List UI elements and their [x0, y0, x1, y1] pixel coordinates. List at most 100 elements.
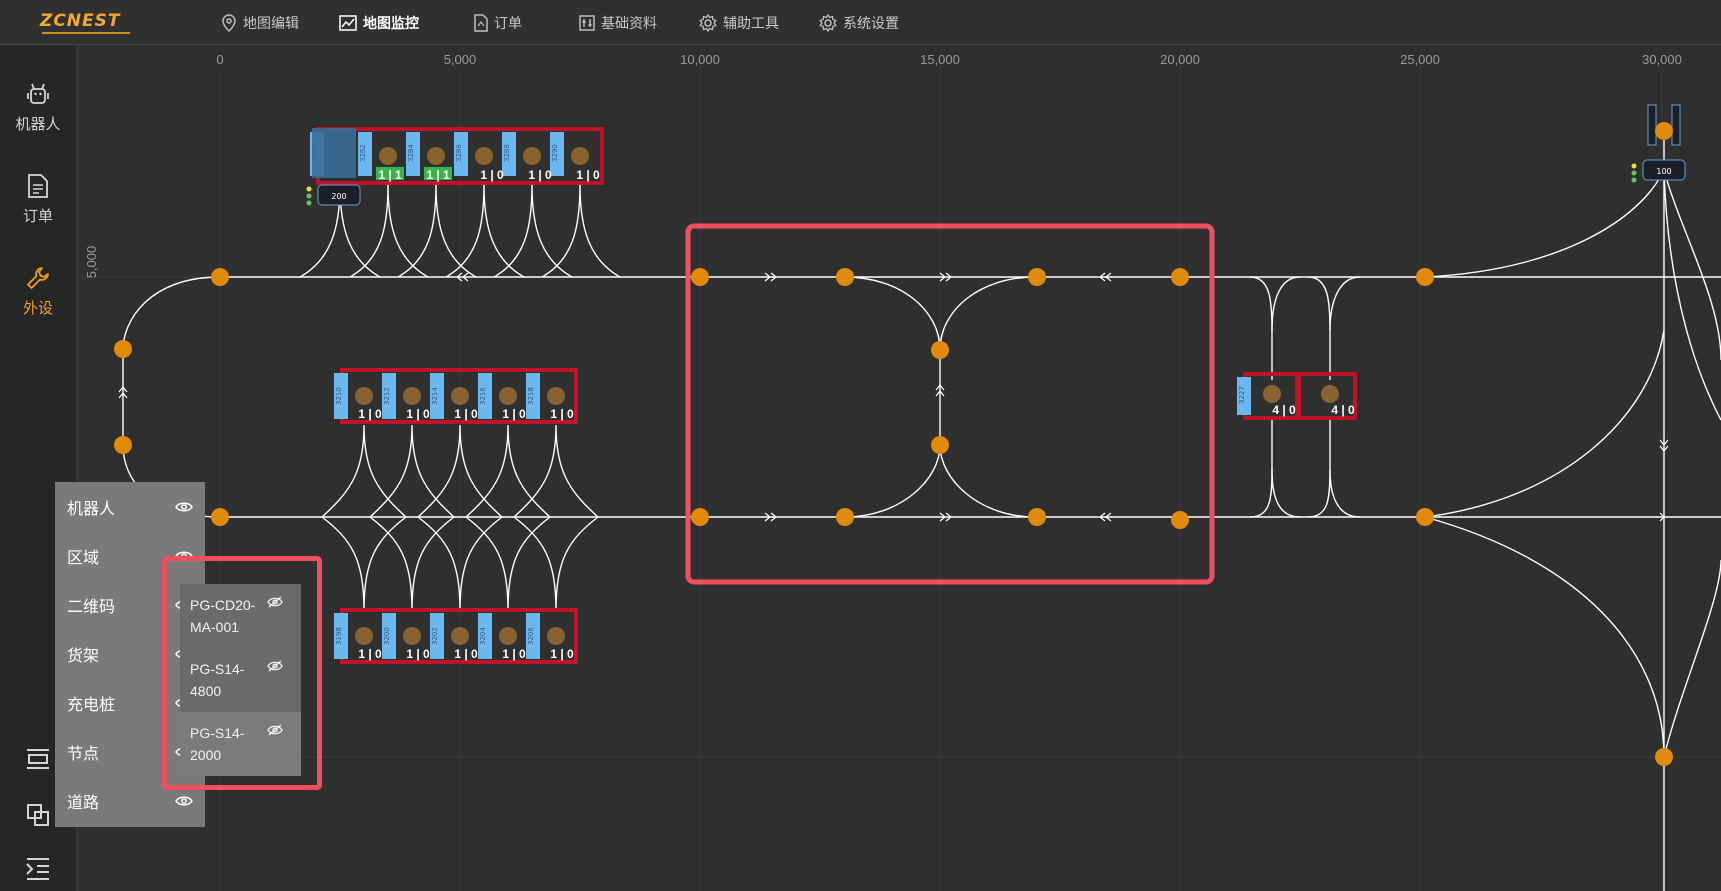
shelf-position-marker: [379, 147, 397, 165]
x-tick-label: 30,000: [1642, 52, 1682, 67]
map-node[interactable]: [211, 268, 229, 286]
top-nav-bar: ZCNEST 地图编辑 地图监控 订单 基础资料 辅助工具 系统设置: [0, 0, 1721, 45]
shelf-count: 1 | 0: [406, 647, 430, 661]
map-node[interactable]: [1028, 268, 1046, 286]
shelf-id-label: 3214: [431, 387, 439, 405]
layer-row-robots[interactable]: 机器人: [55, 482, 205, 531]
status-light: [1631, 177, 1637, 183]
shelf-count: 1 | 0: [576, 168, 600, 182]
robot-fork: [1647, 104, 1657, 146]
gear-icon: [699, 14, 717, 32]
shelf-count: 4 | 0: [1331, 403, 1355, 417]
shelf-count: 1 | 0: [528, 168, 552, 182]
map-canvas[interactable]: 0 5,000 10,000 15,000 20,000 25,000 30,0…: [77, 45, 1721, 891]
map-node[interactable]: [1028, 508, 1046, 526]
shelf-id-label: 3286: [455, 144, 463, 162]
shelf-count: 1 | 0: [406, 407, 430, 421]
x-tick-label: 10,000: [680, 52, 720, 67]
map-node[interactable]: [1171, 268, 1189, 286]
map-node[interactable]: [114, 436, 132, 454]
shelf-count: 1 | 0: [358, 407, 382, 421]
x-tick-label: 15,000: [920, 52, 960, 67]
shelf-count: 1 | 0: [358, 647, 382, 661]
shelf-count: 1 | 0: [550, 647, 574, 661]
status-light: [306, 186, 312, 192]
shelf-count: 1 | 0: [550, 407, 574, 421]
map-node[interactable]: [211, 508, 229, 526]
wrench-icon: [27, 267, 49, 289]
sidebar-item-orders[interactable]: 订单: [0, 173, 76, 253]
shelf-id-label: 3288: [503, 144, 511, 162]
indent-list-icon[interactable]: [24, 855, 52, 883]
y-tick-label: 5,000: [84, 246, 99, 279]
map-node[interactable]: [1655, 122, 1673, 140]
shelf-position-marker: [523, 147, 541, 165]
status-light: [1631, 163, 1637, 169]
shelf-id-label: 3198: [335, 627, 343, 645]
sidebar-item-robots[interactable]: 机器人: [0, 81, 76, 161]
nav-label: 基础资料: [601, 15, 657, 31]
x-tick-label: 20,000: [1160, 52, 1200, 67]
sidebar-item-label: 机器人: [15, 116, 61, 133]
fit-width-icon[interactable]: [24, 745, 52, 773]
eye-icon[interactable]: [175, 501, 193, 513]
shelf-position-marker: [1263, 385, 1281, 403]
shelf-position-marker: [427, 147, 445, 165]
status-light: [306, 200, 312, 206]
shelf-count: 4 | 0: [1272, 403, 1296, 417]
nav-label: 地图监控: [363, 15, 419, 31]
nav-system-settings[interactable]: 系统设置: [819, 12, 899, 34]
x-tick-label: 5,000: [444, 52, 477, 67]
nav-orders[interactable]: 订单: [474, 12, 522, 34]
map-node[interactable]: [836, 268, 854, 286]
shelf-count: 1 | 1: [378, 168, 402, 182]
shelf-id-label: 3218: [527, 387, 535, 405]
nav-base-data[interactable]: 基础资料: [579, 12, 657, 34]
document-icon: [28, 174, 48, 198]
map-node[interactable]: [1416, 268, 1434, 286]
shelf-count: 1 | 0: [502, 647, 526, 661]
eye-icon[interactable]: [175, 795, 193, 807]
shelf-position-marker: [475, 147, 493, 165]
x-tick-label: 25,000: [1400, 52, 1440, 67]
nav-map-edit[interactable]: 地图编辑: [221, 12, 299, 34]
map-node[interactable]: [1171, 511, 1189, 529]
nav-aux-tools[interactable]: 辅助工具: [699, 12, 779, 34]
shelf-position-marker: [499, 627, 517, 645]
layer-label: 二维码: [67, 598, 116, 616]
map-node[interactable]: [931, 341, 949, 359]
highlight-submenu-box: [162, 556, 322, 790]
map-node[interactable]: [691, 508, 709, 526]
sidebar-item-label: 订单: [22, 208, 53, 225]
shelf-id-label: 3282: [359, 144, 367, 162]
map-node[interactable]: [691, 268, 709, 286]
brand-logo: ZCNEST: [40, 11, 121, 31]
map-node[interactable]: [1655, 748, 1673, 766]
map-node[interactable]: [1416, 508, 1434, 526]
document-icon: [474, 14, 488, 32]
shelf-id-label: 3227: [1238, 386, 1246, 404]
shelf-position-marker: [571, 147, 589, 165]
robot-id: 100: [1656, 167, 1671, 176]
map-node[interactable]: [114, 340, 132, 358]
shelf-position-marker: [499, 387, 517, 405]
layers-icon[interactable]: [24, 801, 52, 829]
map-node[interactable]: [931, 436, 949, 454]
shelf-position-marker: [355, 627, 373, 645]
shelf-position-marker: [547, 387, 565, 405]
shelf-id-label: 3284: [407, 144, 415, 162]
shelf-position-marker: [403, 627, 421, 645]
nav-label: 辅助工具: [723, 15, 779, 31]
robot-body: [312, 128, 356, 178]
shelf-position-marker: [451, 387, 469, 405]
nav-map-monitor[interactable]: 地图监控: [339, 12, 419, 34]
sidebar-item-peripherals[interactable]: 外设: [0, 265, 76, 345]
shelf-id-label: 3204: [479, 627, 487, 645]
map-node[interactable]: [836, 508, 854, 526]
map-pin-icon: [222, 14, 236, 32]
nav-label: 地图编辑: [243, 15, 299, 31]
shelf-id-label: 3210: [335, 387, 343, 405]
shelf-count: 1 | 0: [454, 647, 478, 661]
shelf-count: 1 | 0: [502, 407, 526, 421]
shelf-count: 1 | 0: [480, 168, 504, 182]
